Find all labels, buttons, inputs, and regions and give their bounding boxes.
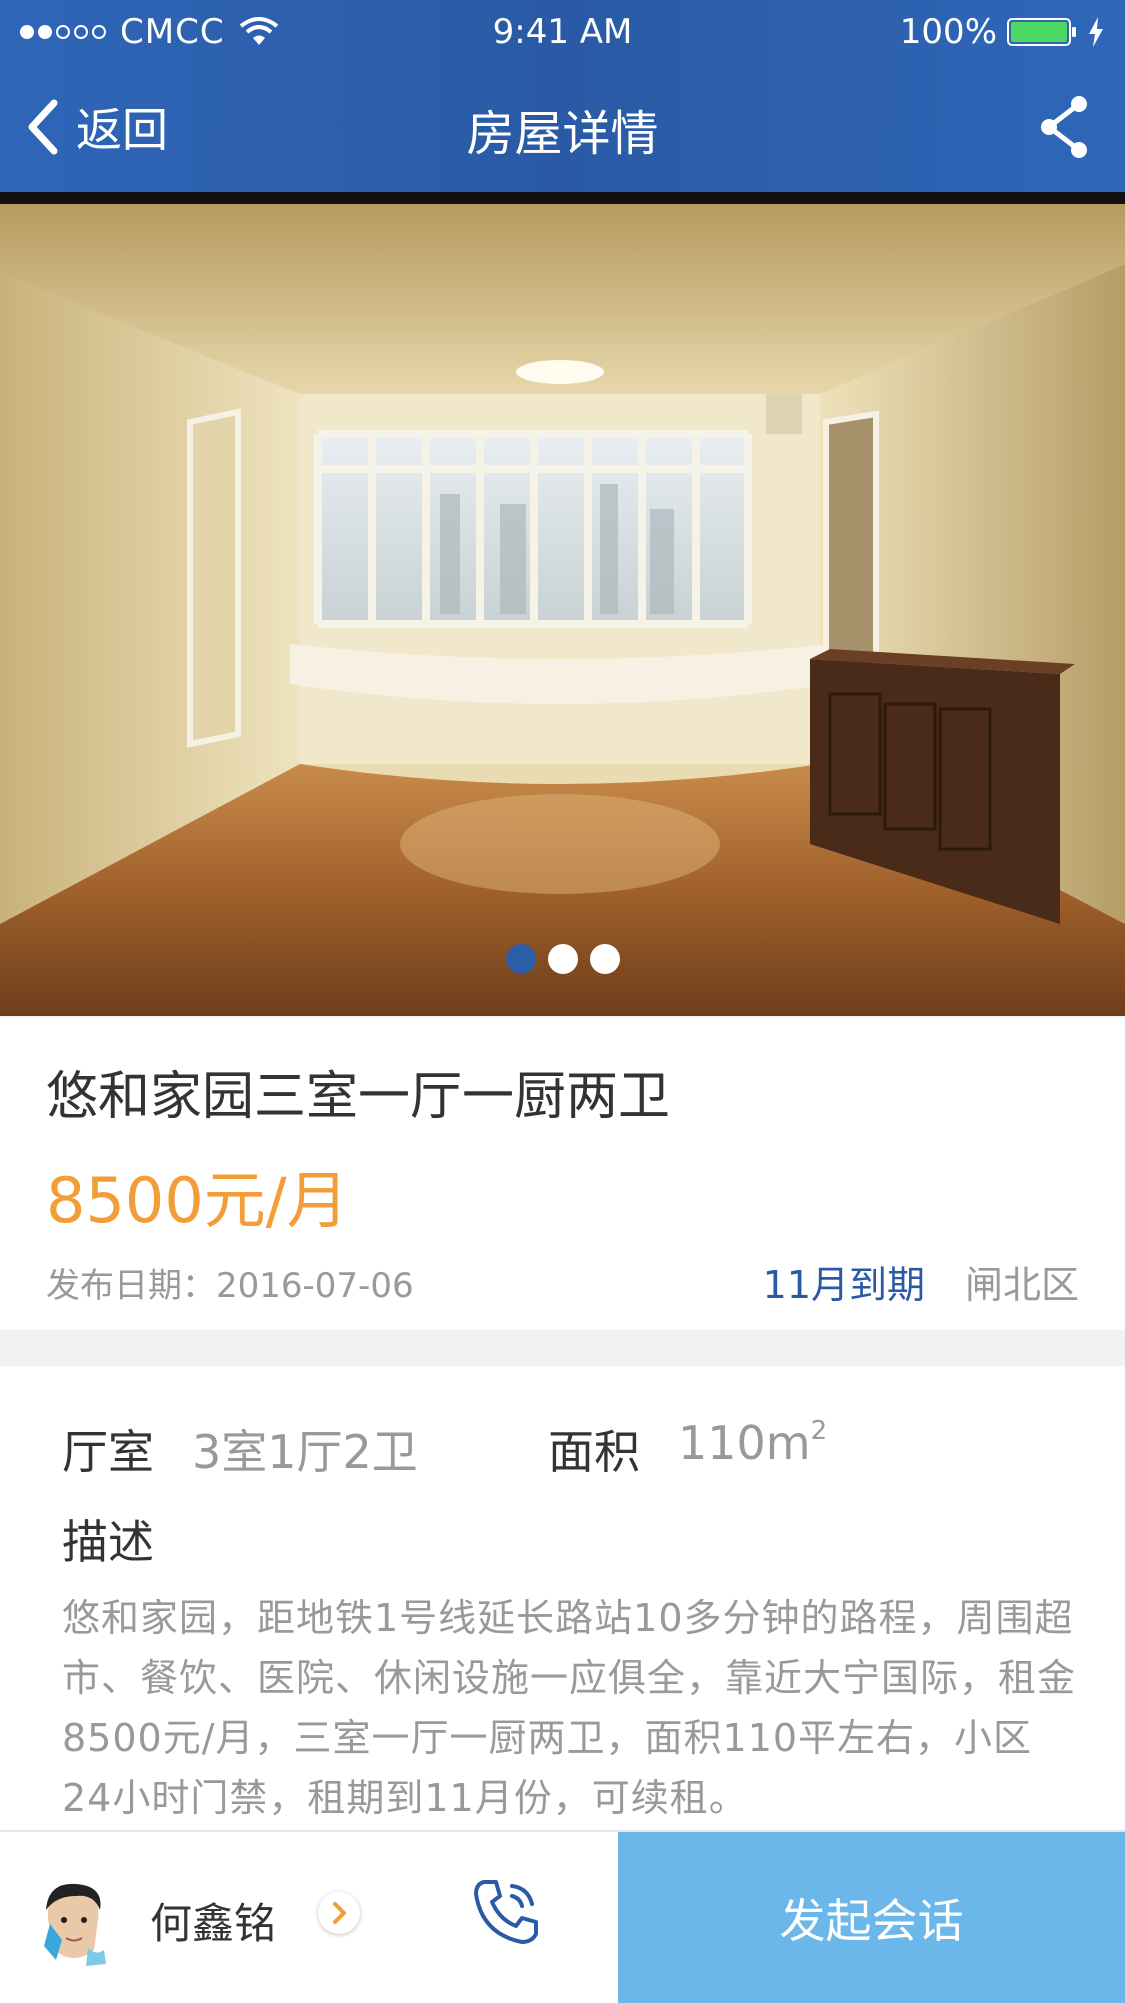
room-photo [0,204,1125,1016]
lease-expiry: 11月到期 [762,1263,925,1307]
page-title: 房屋详情 [466,106,659,162]
photo-carousel[interactable] [0,204,1125,1016]
carousel-pager [0,944,1125,974]
layout-value: 3室1厅2卫 [192,1425,418,1479]
share-icon[interactable] [1037,92,1093,162]
district: 闸北区 [964,1263,1079,1307]
pager-dot[interactable] [505,944,536,974]
area-label: 面积 [548,1425,640,1479]
listing-details: 厅室 3室1厅2卫 面积 110m2 描述 悠和家园，距地铁1号线延长路站10多… [0,1366,1125,1836]
chevron-right-icon[interactable] [318,1892,360,1934]
description-text: 悠和家园，距地铁1号线延长路站10多分钟的路程，周围超市、餐饮、医院、休闲设施一… [62,1596,1077,1820]
description-label: 描述 [62,1515,154,1569]
publish-date: 发布日期：2016-07-06 [46,1266,414,1306]
area-value: 110m2 [678,1415,828,1470]
battery-icon [1007,18,1076,46]
start-chat-button[interactable]: 发起会话 [618,1832,1125,2003]
pager-dot[interactable] [547,944,578,974]
layout-label: 厅室 [62,1425,154,1479]
pager-dot[interactable] [589,944,620,974]
header: CMCC 9:41 AM 100% 返回 房屋详情 [0,0,1125,192]
listing-summary: 悠和家园三室一厅一厨两卫 8500元/月 发布日期：2016-07-06 11月… [0,1018,1125,1330]
status-right: 100% [900,12,1105,52]
header-divider [0,192,1125,204]
status-bar: CMCC 9:41 AM 100% [0,0,1125,64]
phone-icon[interactable] [470,1874,544,1948]
nav-bar: 返回 房屋详情 [0,64,1125,184]
listing-price: 8500元/月 [46,1164,349,1237]
listing-title: 悠和家园三室一厅一厨两卫 [46,1067,671,1127]
agent-avatar[interactable] [34,1880,114,1970]
bottom-action-bar: 何鑫铭 发起会话 [0,1830,1125,2003]
charging-bolt-icon [1089,17,1103,47]
battery-percentage: 100% [899,12,997,52]
agent-name[interactable]: 何鑫铭 [150,1890,276,1951]
